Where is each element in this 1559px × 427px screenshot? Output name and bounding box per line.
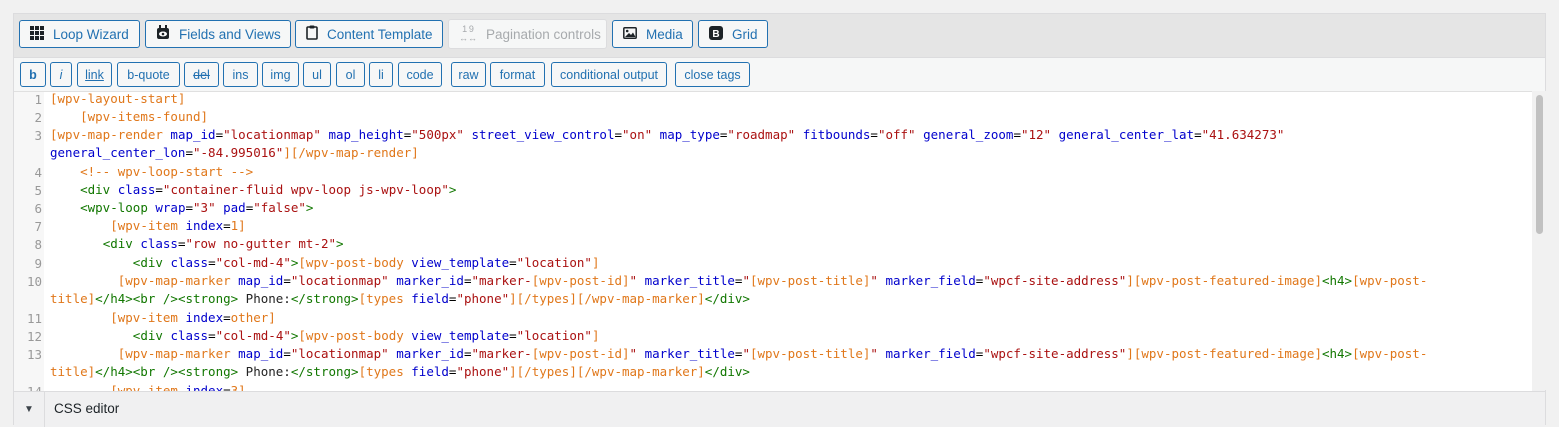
quicktag-format-button[interactable]: format: [490, 62, 545, 87]
code-line: <div class="row no-gutter mt-2">: [102, 236, 344, 251]
code-line: [wpv-map-marker map_id="locationmap" mar…: [117, 346, 1428, 361]
line-number: 9: [34, 256, 42, 271]
line-number: 14: [14, 384, 42, 391]
quicktag-link-button[interactable]: link: [77, 62, 112, 87]
quicktag-ins-button[interactable]: ins: [223, 62, 258, 87]
quicktag-italic-button[interactable]: i: [50, 62, 72, 87]
code-line: <!-- wpv-loop-start -->: [80, 164, 254, 179]
editor-scrollbar[interactable]: [1532, 91, 1547, 390]
quicktag-conditional-output-button[interactable]: conditional output: [551, 62, 667, 87]
clipboard-icon: [306, 25, 318, 43]
fields-and-views-label: Fields and Views: [179, 26, 281, 42]
code-line: general_center_lon="-84.995016"][/wpv-ma…: [50, 145, 419, 160]
line-number: 13: [26, 347, 42, 362]
code-line: <div class="col-md-4">[wpv-post-body vie…: [132, 328, 600, 343]
code-line: [wpv-item index=other]: [110, 310, 276, 325]
line-number: 7: [34, 219, 42, 234]
code-line: [wpv-items-found]: [80, 109, 209, 124]
code-line: [wpv-item index=1]: [110, 218, 246, 233]
loop-wizard-label: Loop Wizard: [53, 26, 129, 42]
quicktag-code-button[interactable]: code: [398, 62, 442, 87]
bootstrap-icon: B: [709, 25, 723, 43]
quicktag-li-button[interactable]: li: [369, 62, 393, 87]
line-number: 11: [26, 311, 42, 326]
line-number: 5: [34, 183, 42, 198]
line-number: 2: [34, 110, 42, 125]
code-line: [wpv-item index=3]: [110, 383, 246, 391]
line-number: 1: [34, 92, 42, 107]
line-number: 10: [26, 274, 42, 289]
line-number-gutter: 1 2 3 4 5 6 7 8 9 10 11 12 13 14: [14, 92, 44, 391]
pagination-icon: 1 9 ↔↔: [459, 24, 477, 43]
line-number: 4: [34, 165, 42, 180]
loop-editor-panel: Loop Wizard Fields and Views Content Tem…: [13, 13, 1547, 427]
css-editor-section: ▼ CSS editor: [14, 391, 1545, 427]
caret-down-icon: ▼: [24, 404, 34, 415]
quicktag-bquote-button[interactable]: b-quote: [117, 62, 180, 87]
grid-dots-icon: [30, 25, 44, 43]
quicktag-ol-button[interactable]: ol: [336, 62, 365, 87]
line-number: 8: [34, 237, 42, 252]
image-icon: [623, 26, 637, 42]
code-line: title]</h4><br /><strong> Phone:</strong…: [50, 364, 750, 379]
quicktags-toolbar: b i link b-quote del ins img ul ol li co…: [14, 58, 1545, 91]
code-line: <div class="container-fluid wpv-loop js-…: [80, 182, 457, 197]
eye-stamp-icon: [156, 25, 170, 43]
quicktag-close-tags-button[interactable]: close tags: [675, 62, 750, 87]
pagination-controls-label: Pagination controls: [486, 26, 601, 42]
content-template-button[interactable]: Content Template: [295, 20, 443, 48]
line-number: 6: [34, 201, 42, 216]
code-line: [wpv-map-marker map_id="locationmap" mar…: [117, 273, 1428, 288]
quicktag-del-button[interactable]: del: [184, 62, 219, 87]
content-template-label: Content Template: [327, 26, 433, 42]
media-button[interactable]: Media: [612, 20, 693, 48]
code-editor[interactable]: 1 2 3 4 5 6 7 8 9 10 11 12 13 14 [wpv-la…: [14, 91, 1532, 391]
code-line: <div class="col-md-4">[wpv-post-body vie…: [132, 255, 600, 270]
pagination-controls-button[interactable]: 1 9 ↔↔ Pagination controls: [448, 19, 607, 49]
editor-toolbar: Loop Wizard Fields and Views Content Tem…: [14, 14, 1545, 58]
css-editor-label[interactable]: CSS editor: [54, 401, 119, 416]
code-line: <wpv-loop wrap="3" pad="false">: [80, 200, 314, 215]
grid-button[interactable]: B Grid: [698, 20, 768, 48]
quicktag-bold-button[interactable]: b: [20, 62, 46, 87]
grid-label: Grid: [732, 26, 758, 42]
code-line: [wpv-layout-start]: [50, 91, 186, 106]
code-content: [wpv-layout-start] [wpv-items-found] [wp…: [50, 92, 1427, 391]
code-line: [wpv-map-render map_id="locationmap" map…: [50, 127, 1285, 142]
media-label: Media: [646, 26, 683, 42]
css-editor-toggle[interactable]: ▼: [14, 392, 45, 427]
scrollbar-thumb[interactable]: [1536, 95, 1543, 234]
line-number: 3: [34, 128, 42, 143]
quicktag-ul-button[interactable]: ul: [303, 62, 331, 87]
loop-wizard-button[interactable]: Loop Wizard: [19, 20, 140, 48]
quicktag-img-button[interactable]: img: [262, 62, 299, 87]
line-number: 12: [26, 329, 42, 344]
fields-and-views-button[interactable]: Fields and Views: [145, 20, 291, 48]
quicktag-raw-button[interactable]: raw: [451, 62, 486, 87]
svg-text:B: B: [712, 29, 719, 40]
code-line: title]</h4><br /><strong> Phone:</strong…: [50, 291, 750, 306]
